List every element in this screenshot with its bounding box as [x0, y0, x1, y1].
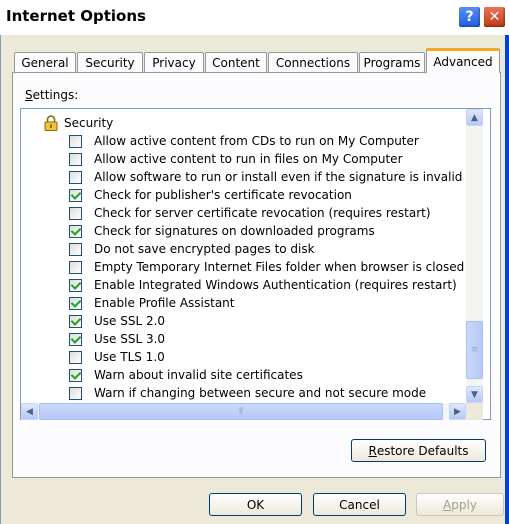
window-border: [505, 35, 509, 524]
setting-allow-invalid-signature[interactable]: Allow software to run or install even if…: [69, 169, 462, 185]
grip-icon: ≡: [470, 345, 479, 355]
checkbox[interactable]: [69, 224, 82, 238]
setting-label: Enable Profile Assistant: [94, 296, 235, 310]
tab-label: Connections: [275, 55, 351, 70]
help-button[interactable]: ?: [458, 6, 481, 28]
checkbox[interactable]: [69, 278, 82, 292]
checkbox[interactable]: [69, 332, 82, 346]
checkbox[interactable]: [69, 386, 82, 400]
group-security: Security: [44, 115, 113, 131]
setting-label: Use SSL 3.0: [94, 332, 166, 346]
checkbox[interactable]: [69, 314, 82, 328]
setting-label: Allow software to run or install even if…: [94, 170, 463, 184]
vertical-scroll-thumb[interactable]: ≡: [466, 321, 483, 379]
setting-label: Use SSL 2.0: [94, 314, 166, 328]
close-button[interactable]: ✕: [483, 6, 506, 28]
restore-defaults-button[interactable]: Restore Defaults: [351, 439, 486, 462]
setting-label: Use TLS 1.0: [94, 350, 165, 364]
checkbox[interactable]: [69, 170, 82, 184]
ok-label: OK: [246, 497, 265, 512]
setting-profile-assistant[interactable]: Enable Profile Assistant: [69, 295, 234, 311]
checkbox[interactable]: [69, 206, 82, 220]
settings-list[interactable]: Security Allow active content from CDs t…: [20, 108, 491, 420]
scroll-right-button[interactable]: ▶: [449, 403, 466, 420]
checkbox[interactable]: [69, 368, 82, 382]
title-bar[interactable]: Internet Options ? ✕: [0, 0, 509, 35]
horizontal-scroll-thumb[interactable]: ⦀: [39, 403, 443, 420]
setting-ssl3[interactable]: Use SSL 3.0: [69, 331, 165, 347]
chevron-left-icon: ◀: [26, 406, 33, 417]
setting-tls1[interactable]: Use TLS 1.0: [69, 349, 165, 365]
chevron-right-icon: ▶: [454, 406, 461, 417]
tab-label: Advanced: [433, 55, 493, 69]
setting-allow-file-content[interactable]: Allow active content to run in files on …: [69, 151, 403, 167]
tab-general[interactable]: General: [14, 52, 76, 72]
chevron-up-icon: ▲: [471, 112, 478, 123]
scroll-down-button[interactable]: ▼: [466, 386, 483, 403]
setting-label: Do not save encrypted pages to disk: [94, 242, 315, 256]
setting-warn-invalid-certs[interactable]: Warn about invalid site certificates: [69, 367, 303, 383]
setting-allow-cd-content[interactable]: Allow active content from CDs to run on …: [69, 133, 419, 149]
tab-advanced[interactable]: Advanced: [426, 48, 500, 73]
setting-publisher-revocation[interactable]: Check for publisher's certificate revoca…: [69, 187, 352, 203]
checkbox[interactable]: [69, 134, 82, 148]
checkbox[interactable]: [69, 152, 82, 166]
tab-label: Security: [85, 55, 135, 70]
checkbox[interactable]: [69, 188, 82, 202]
setting-label: Allow active content from CDs to run on …: [94, 134, 419, 148]
setting-ssl2[interactable]: Use SSL 2.0: [69, 313, 165, 329]
setting-label: Warn about invalid site certificates: [94, 368, 303, 382]
setting-check-signatures[interactable]: Check for signatures on downloaded progr…: [69, 223, 375, 239]
setting-label: Enable Integrated Windows Authentication…: [94, 278, 457, 292]
setting-label: Allow active content to run in files on …: [94, 152, 403, 166]
tab-security[interactable]: Security: [77, 52, 143, 72]
tab-privacy[interactable]: Privacy: [144, 52, 204, 72]
tab-programs[interactable]: Programs: [359, 52, 425, 72]
tab-label: General: [21, 55, 69, 70]
group-label: Security: [64, 116, 114, 130]
scroll-left-button[interactable]: ◀: [21, 403, 38, 420]
setting-no-save-encrypted[interactable]: Do not save encrypted pages to disk: [69, 241, 315, 257]
setting-server-revocation[interactable]: Check for server certificate revocation …: [69, 205, 431, 221]
checkbox[interactable]: [69, 260, 82, 274]
setting-empty-temp-files[interactable]: Empty Temporary Internet Files folder wh…: [69, 259, 464, 275]
help-icon: ?: [465, 9, 474, 25]
window-title: Internet Options: [6, 7, 146, 25]
checkbox[interactable]: [69, 296, 82, 310]
setting-label: Check for publisher's certificate revoca…: [94, 188, 352, 202]
tab-label: Privacy: [152, 55, 196, 70]
cancel-button[interactable]: Cancel: [313, 493, 406, 516]
setting-warn-secure-change[interactable]: Warn if changing between secure and not …: [69, 385, 426, 401]
tab-label: Content: [212, 55, 260, 70]
checkbox[interactable]: [69, 242, 82, 256]
apply-button[interactable]: Apply: [416, 493, 504, 516]
grip-icon: ⦀: [239, 406, 243, 417]
checkbox[interactable]: [69, 350, 82, 364]
tab-connections[interactable]: Connections: [268, 52, 358, 72]
scrollbar-corner: [466, 403, 483, 420]
scroll-up-button[interactable]: ▲: [466, 109, 483, 126]
setting-label: Check for signatures on downloaded progr…: [94, 224, 375, 238]
vertical-scrollbar[interactable]: ▲ ≡ ▼: [466, 109, 483, 403]
tab-content[interactable]: Content: [205, 52, 267, 72]
setting-label: Check for server certificate revocation …: [94, 206, 431, 220]
cancel-label: Cancel: [339, 497, 380, 512]
chevron-down-icon: ▼: [471, 389, 478, 400]
close-icon: ✕: [488, 9, 501, 25]
tab-label: Programs: [363, 55, 421, 70]
settings-list-content: Security Allow active content from CDs t…: [21, 109, 466, 403]
setting-integrated-auth[interactable]: Enable Integrated Windows Authentication…: [69, 277, 457, 293]
ok-button[interactable]: OK: [209, 493, 302, 516]
setting-label: Empty Temporary Internet Files folder wh…: [94, 260, 465, 274]
horizontal-scrollbar[interactable]: ◀ ⦀ ▶: [21, 403, 466, 420]
setting-label: Warn if changing between secure and not …: [94, 386, 427, 400]
settings-label: Settings:: [25, 88, 79, 102]
lock-icon: [44, 115, 58, 131]
